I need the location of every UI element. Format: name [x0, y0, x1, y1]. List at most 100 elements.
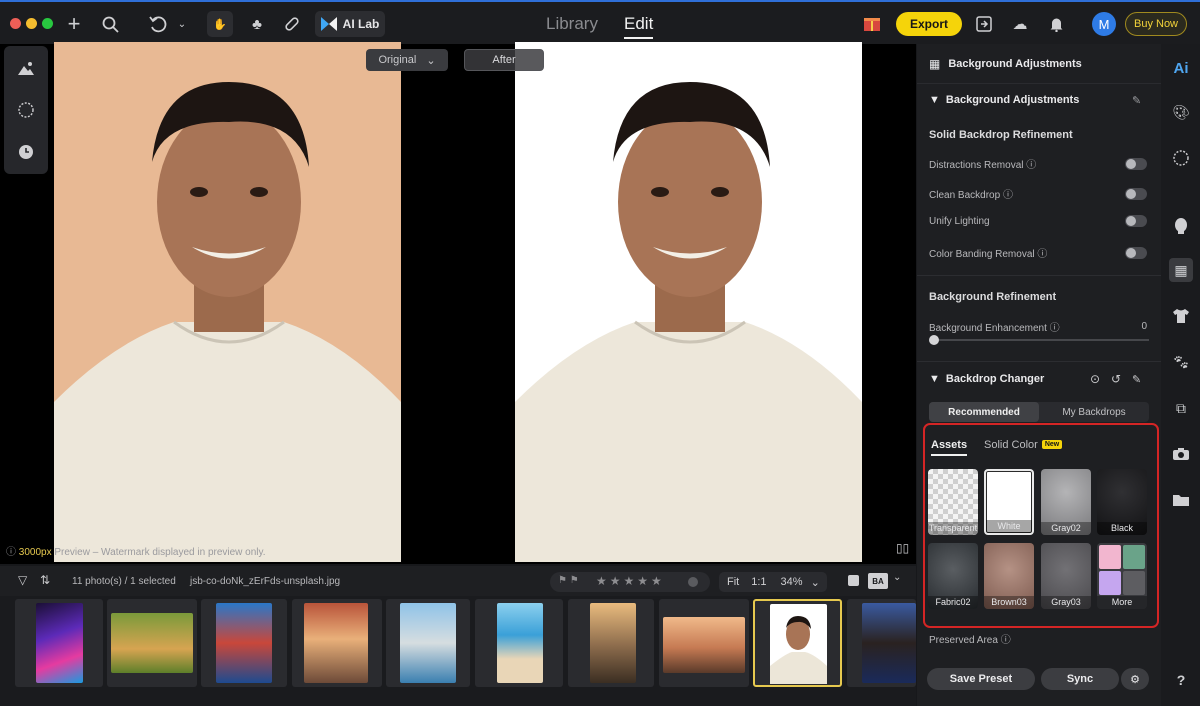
crop-icon[interactable]: ⧉ — [1169, 396, 1193, 420]
original-dropdown[interactable]: Original ⌄ — [366, 49, 448, 71]
tree-icon[interactable]: ♣ — [245, 12, 269, 36]
unify-lighting-toggle[interactable] — [1125, 215, 1147, 227]
list-item[interactable] — [201, 599, 287, 687]
left-tool-panel — [4, 46, 48, 174]
distractions-removal-toggle[interactable] — [1125, 157, 1147, 170]
help-icon[interactable]: ? — [1169, 668, 1193, 692]
info-icon[interactable]: ⓘ — [1050, 323, 1060, 334]
adjustments-panel: ▦ Background Adjustments ▼ Background Ad… — [917, 44, 1161, 706]
share-icon[interactable] — [972, 12, 996, 36]
bell-icon[interactable] — [1044, 12, 1068, 36]
swatch-white[interactable]: White — [984, 469, 1034, 535]
shirt-icon[interactable] — [1169, 304, 1193, 328]
section-backdrop-changer[interactable]: ▼ Backdrop Changer — [929, 373, 1044, 385]
after-button[interactable]: After — [464, 49, 544, 71]
preview-icon[interactable]: ⊙ — [1090, 372, 1100, 386]
plus-icon[interactable]: + — [62, 11, 86, 36]
swatch-transparent[interactable]: Transparent — [928, 469, 978, 535]
edit-icon[interactable]: ✎ — [1132, 94, 1141, 107]
chevron-down-icon[interactable]: ⌄ — [170, 12, 194, 36]
tab-solid-color[interactable]: Solid Color New — [984, 439, 1063, 451]
info-icon[interactable]: ⓘ — [1037, 249, 1047, 260]
before-after-button[interactable]: BA — [868, 573, 888, 589]
texture-icon[interactable] — [1169, 146, 1193, 170]
gift-icon[interactable] — [860, 12, 884, 36]
tab-recommended[interactable]: Recommended — [929, 402, 1039, 422]
list-item[interactable] — [107, 599, 197, 687]
minimize-window-button[interactable] — [26, 18, 37, 29]
buy-now-button[interactable]: Buy Now — [1125, 12, 1187, 36]
edit-icon[interactable]: ✎ — [1132, 373, 1141, 386]
palette-icon[interactable]: 🎨︎ — [1169, 100, 1193, 124]
cloud-icon[interactable]: ☁ — [1008, 12, 1032, 36]
background-adjustments-icon[interactable]: ▦ — [1169, 258, 1193, 282]
undo-icon[interactable] — [146, 12, 170, 36]
single-view-icon[interactable] — [848, 575, 859, 586]
enhancement-value[interactable]: 0 — [1141, 321, 1147, 332]
texture-icon[interactable] — [14, 98, 38, 122]
enhancement-slider-handle[interactable] — [929, 335, 939, 345]
chevron-down-icon[interactable]: ⌄ — [893, 572, 901, 583]
close-window-button[interactable] — [10, 18, 21, 29]
tab-library[interactable]: Library — [546, 14, 598, 34]
hand-tool-button[interactable]: ✋ — [207, 11, 233, 37]
preview-note: ⓘ 3000px Preview – Watermark displayed i… — [6, 543, 266, 558]
info-icon[interactable]: ⓘ — [1003, 190, 1013, 201]
reset-icon[interactable]: ↺ — [1111, 372, 1121, 386]
flag-icon[interactable]: ⚑ ⚑ — [558, 575, 579, 586]
export-button[interactable]: Export — [896, 12, 962, 36]
sync-settings-button[interactable]: ⚙ — [1121, 668, 1149, 690]
color-banding-toggle[interactable] — [1125, 246, 1147, 259]
tab-assets[interactable]: Assets — [931, 439, 968, 456]
swatch-fabric02[interactable]: Fabric02 — [928, 543, 978, 609]
ai-lab-button[interactable]: AI Lab — [315, 11, 385, 37]
panel-header: ▦ Background Adjustments — [917, 44, 1161, 84]
right-rail: Ai 🎨︎ ▦ 🐾︎ ⧉ ? — [1161, 44, 1200, 706]
mountain-icon[interactable] — [14, 56, 38, 80]
tab-my-backdrops[interactable]: My Backdrops — [1039, 402, 1149, 422]
list-item[interactable] — [475, 599, 563, 687]
ai-icon[interactable]: Ai — [1169, 56, 1193, 80]
sort-icon[interactable]: ⇅ — [40, 573, 50, 587]
fit-button[interactable]: Fit — [727, 576, 739, 588]
zoom-window-button[interactable] — [42, 18, 53, 29]
swatch-gray02[interactable]: Gray02 — [1041, 469, 1091, 535]
info-icon[interactable]: ⓘ — [1001, 635, 1011, 646]
after-photo — [515, 42, 862, 562]
swatch-black[interactable]: Black — [1097, 469, 1147, 535]
list-item[interactable] — [659, 599, 749, 687]
enhancement-slider[interactable] — [931, 339, 1149, 341]
swatch-more[interactable]: More — [1097, 543, 1147, 609]
save-preset-button[interactable]: Save Preset — [927, 668, 1035, 690]
split-view-icon[interactable]: ▯▯ — [896, 541, 909, 555]
zoom-level[interactable]: 34% — [781, 576, 803, 588]
avatar[interactable]: M — [1092, 12, 1116, 36]
list-item-selected[interactable] — [753, 599, 842, 687]
search-icon[interactable] — [98, 12, 122, 36]
paw-icon[interactable]: 🐾︎ — [1169, 350, 1193, 374]
assets-section: Assets Solid Color New Transparent White … — [923, 423, 1159, 628]
star-rating[interactable]: ★★★★★ — [596, 574, 665, 588]
clean-backdrop-toggle[interactable] — [1125, 187, 1147, 200]
list-item[interactable] — [15, 599, 103, 687]
list-item[interactable] — [386, 599, 470, 687]
swatch-brown03[interactable]: Brown03 — [984, 543, 1034, 609]
face-icon[interactable] — [1169, 214, 1193, 238]
camera-icon[interactable] — [1169, 442, 1193, 466]
chevron-down-icon: ⌄ — [426, 54, 436, 67]
list-item[interactable] — [292, 599, 382, 687]
list-item[interactable] — [568, 599, 654, 687]
color-label-icon[interactable] — [688, 577, 698, 587]
list-item[interactable] — [847, 599, 916, 687]
bandage-icon[interactable] — [280, 12, 304, 36]
swatch-gray03[interactable]: Gray03 — [1041, 543, 1091, 609]
ratio-button[interactable]: 1:1 — [751, 576, 766, 588]
chevron-down-icon[interactable]: ⌄ — [811, 576, 820, 589]
tab-edit[interactable]: Edit — [624, 14, 654, 39]
section-background-adjustments[interactable]: ▼ Background Adjustments — [929, 94, 1079, 106]
info-icon[interactable]: ⓘ — [1026, 160, 1036, 171]
folder-icon[interactable] — [1169, 488, 1193, 512]
filter-icon[interactable]: ▽ — [18, 573, 27, 587]
history-icon[interactable] — [14, 140, 38, 164]
sync-button[interactable]: Sync — [1041, 668, 1119, 690]
